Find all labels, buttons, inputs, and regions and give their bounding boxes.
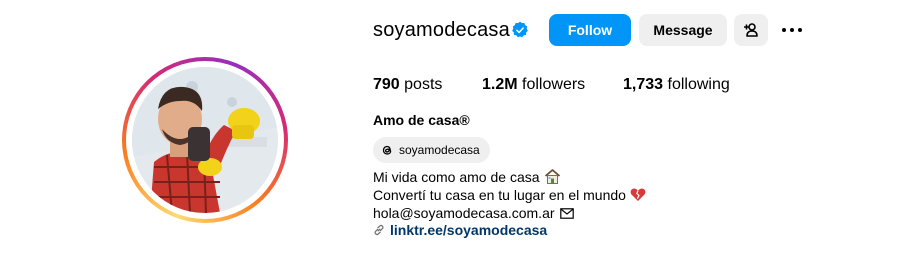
posts-value: 790 (373, 76, 400, 93)
link-icon (374, 224, 384, 236)
profile-photo (132, 67, 278, 213)
avatar[interactable] (132, 67, 278, 213)
bio-line-2: Convertí tu casa en tu lugar en el mundo (373, 186, 646, 204)
add-person-icon (744, 23, 758, 37)
following-label: following (667, 76, 730, 93)
more-options-icon[interactable] (778, 20, 806, 40)
envelope-icon (559, 208, 574, 219)
followers-value: 1.2M (482, 76, 518, 93)
bio-text-1: Mi vida como amo de casa (373, 169, 540, 185)
threads-handle: soyamodecasa (399, 143, 480, 157)
followers-link[interactable]: 1.2M followers (482, 75, 585, 95)
bio-email: hola@soyamodecasa.com.ar (373, 205, 555, 221)
external-link[interactable]: linktr.ee/soyamodecasa (373, 222, 547, 238)
more-dot (798, 28, 802, 32)
threads-badge[interactable]: soyamodecasa (373, 137, 490, 163)
following-link[interactable]: 1,733 following (623, 75, 730, 95)
verified-badge-icon (512, 21, 528, 38)
posts-label: posts (404, 76, 443, 93)
broken-heart-emoji (630, 188, 646, 201)
link-text: linktr.ee/soyamodecasa (390, 222, 548, 238)
more-dot (790, 28, 794, 32)
profile-full-name: Amo de casa® (373, 112, 470, 128)
suggested-accounts-button[interactable] (734, 14, 768, 46)
posts-count: 790 posts (373, 75, 442, 95)
avatar-ring[interactable] (122, 57, 288, 223)
threads-icon (382, 145, 392, 155)
followers-label: followers (522, 76, 586, 93)
profile-username: soyamodecasa (373, 19, 510, 41)
following-value: 1,733 (623, 76, 664, 93)
more-dot (782, 28, 786, 32)
follow-button[interactable]: Follow (549, 14, 631, 46)
house-emoji (544, 169, 560, 184)
bio-text-2: Convertí tu casa en tu lugar en el mundo (373, 187, 626, 203)
bio-line-1: Mi vida como amo de casa (373, 168, 561, 186)
message-button[interactable]: Message (639, 14, 727, 46)
bio-line-3: hola@soyamodecasa.com.ar (373, 204, 574, 222)
